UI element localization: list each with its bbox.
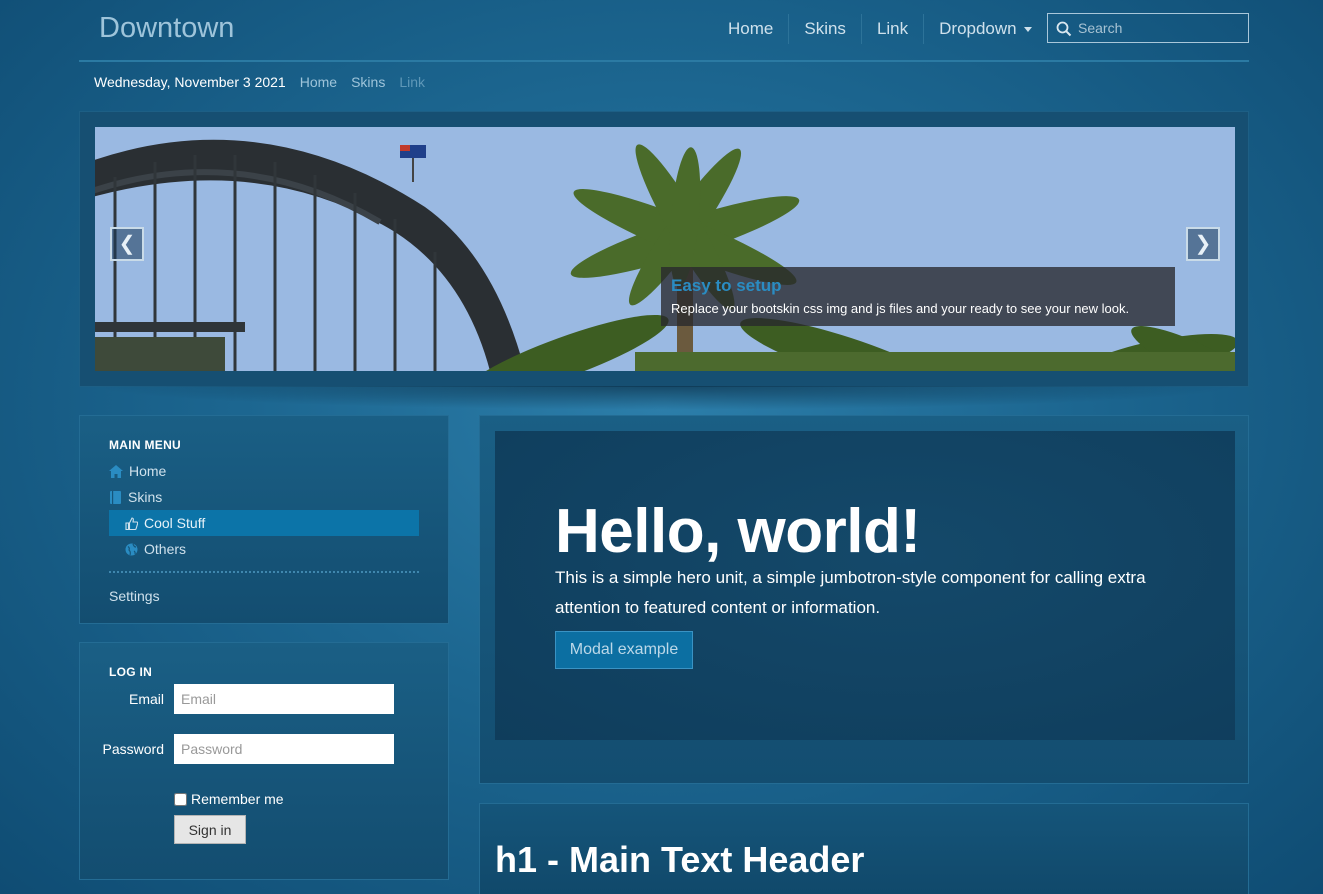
sign-in-button[interactable]: Sign in [174,815,246,844]
breadcrumb-skins[interactable]: Skins [351,74,385,90]
password-label: Password [102,741,164,757]
caption-text: Replace your bootskin css img and js fil… [671,301,1130,316]
login-title: LOG IN [109,665,153,679]
menu-divider [109,571,419,573]
email-field[interactable] [174,684,394,714]
hero-text: This is a simple hero unit, a simple jum… [555,568,1146,617]
remember-me-checkbox[interactable] [174,792,187,806]
brand-logo[interactable]: Downtown [99,12,234,45]
menu-item-others-label: Others [144,541,187,557]
nav-dropdown[interactable]: Dropdown [923,14,1047,44]
globe-icon [125,543,138,555]
menu-item-skins-label: Skins [128,489,163,505]
jumbotron: Hello, world! This is a simple hero unit… [495,431,1235,740]
breadcrumb-link[interactable]: Link [399,74,425,90]
main-text-header: h1 - Main Text Header [495,839,865,880]
menu-item-cool-stuff[interactable]: Cool Stuff [109,510,419,536]
menu-item-home-label: Home [129,463,167,479]
menu-item-settings[interactable]: Settings [109,583,419,609]
carousel-caption: Easy to setup Replace your bootskin css … [661,267,1175,326]
login-panel: LOG IN Email Password Remember me Sign i… [79,642,449,880]
breadcrumb-home[interactable]: Home [300,74,337,90]
nav-dropdown-label: Dropdown [939,19,1017,38]
email-label: Email [128,691,164,707]
menu-item-skins[interactable]: Skins [109,484,419,510]
breadcrumb-date: Wednesday, November 3 2021 [94,74,286,90]
breadcrumb: Wednesday, November 3 2021 Home Skins Li… [94,74,425,90]
hero-title: Hello, world! [555,497,921,566]
hero-panel: Hello, world! This is a simple hero unit… [479,415,1249,784]
main-menu-title: MAIN MENU [109,438,182,452]
thumbs-up-icon [125,516,138,530]
carousel-shadow [90,386,1240,410]
menu-item-settings-label: Settings [109,588,160,604]
top-nav: Home Skins Link Dropdown [713,13,1047,45]
nav-link[interactable]: Link [860,14,923,44]
navbar-divider [79,60,1249,62]
remember-me[interactable]: Remember me [174,791,284,807]
caret-down-icon [1023,27,1032,33]
menu-item-others[interactable]: Others [109,536,419,562]
main-menu-panel: MAIN MENU Home Skins Cool Stuff Others S… [79,415,449,624]
text-header-panel: h1 - Main Text Header [479,803,1249,894]
password-field[interactable] [174,734,394,764]
search-icon [1056,21,1072,37]
carousel: ❮ ❯ Easy to setup Replace your bootskin … [79,111,1249,387]
menu-item-cool-stuff-label: Cool Stuff [144,515,206,531]
home-icon [109,464,123,478]
search-box [1047,13,1249,43]
harbour-bridge-photo [95,127,1235,371]
remember-me-label: Remember me [191,791,284,807]
search-input[interactable] [1078,18,1243,38]
carousel-next-button[interactable]: ❯ [1186,227,1220,261]
carousel-slide-image [95,127,1235,371]
carousel-prev-button[interactable]: ❮ [110,227,144,261]
caption-title: Easy to setup [671,276,782,295]
menu-item-home[interactable]: Home [109,458,419,484]
book-icon [110,490,121,504]
modal-example-button[interactable]: Modal example [555,631,693,669]
nav-skins[interactable]: Skins [788,14,861,44]
nav-home[interactable]: Home [713,14,788,44]
